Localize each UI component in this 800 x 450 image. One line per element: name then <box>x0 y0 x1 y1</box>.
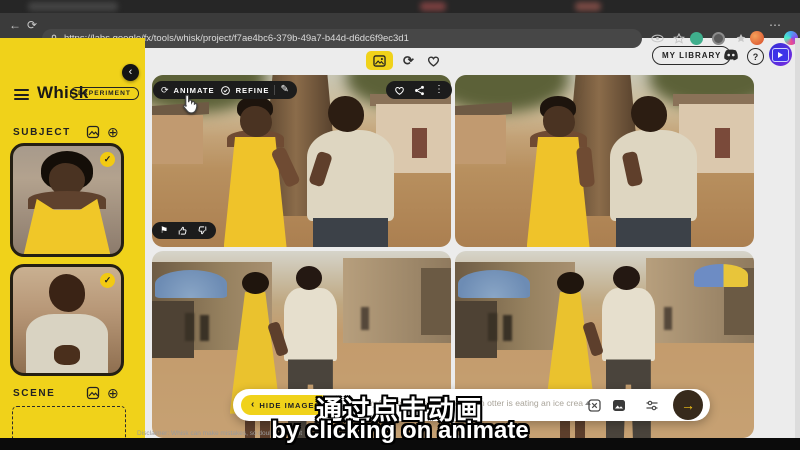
refine-button[interactable]: REFINE <box>236 86 270 95</box>
subtitle-english: by clicking on animate <box>0 417 800 445</box>
share-icon[interactable] <box>414 85 425 96</box>
umbrella <box>694 264 748 286</box>
more-menu-icon[interactable]: ⋯ <box>769 13 781 38</box>
my-library-button[interactable]: MY LIBRARY <box>652 46 731 65</box>
feedback-pill: ⚑ <box>152 222 216 239</box>
extension-icon-green[interactable] <box>690 32 703 45</box>
browser-navbar: ← ⟳ https://labs.google/fx/tools/whisk/p… <box>0 13 800 38</box>
browser-tab[interactable] <box>420 2 446 11</box>
subject-section-label: SUBJECT <box>13 127 71 138</box>
thumbs-up-icon[interactable] <box>177 225 188 236</box>
images-view-button[interactable] <box>366 51 393 70</box>
sidebar: Whisk EXPERIMENT SUBJECT ⊕ ✓ ✓ SCENE ⊕ <box>0 38 145 450</box>
menu-icon[interactable] <box>14 89 29 100</box>
animate-view-icon[interactable]: ⟳ <box>399 51 418 70</box>
reading-mode-icon[interactable] <box>650 31 665 46</box>
umbrella <box>458 270 530 298</box>
animate-loop-icon: ⟳ <box>161 86 169 95</box>
flag-icon[interactable]: ⚑ <box>160 226 168 235</box>
experiment-badge: EXPERIMENT <box>70 87 139 100</box>
result-image-2[interactable] <box>455 75 754 247</box>
subject-thumbnail-man[interactable]: ✓ <box>10 264 124 376</box>
help-icon[interactable]: ? <box>747 48 764 65</box>
back-icon[interactable]: ← <box>9 13 21 38</box>
selected-check-icon[interactable]: ✓ <box>100 152 115 167</box>
subject-gallery-icon[interactable] <box>86 125 101 140</box>
refine-check-icon <box>220 85 231 96</box>
browser-tab[interactable] <box>28 2 118 11</box>
user-avatar[interactable] <box>769 43 792 66</box>
image-toolbar: ⟳ ANIMATE REFINE ✎ <box>153 81 297 99</box>
browser-tab-strip[interactable] <box>0 0 800 13</box>
overflow-menu-icon[interactable]: ⋮ <box>434 85 444 95</box>
favorite-star-icon[interactable] <box>671 31 686 46</box>
thumbs-down-icon[interactable] <box>197 225 208 236</box>
image-actions-pill: ⋮ <box>386 81 452 99</box>
play-logo-icon <box>772 48 789 62</box>
selected-check-icon[interactable]: ✓ <box>100 273 115 288</box>
umbrella <box>155 270 227 298</box>
subject-thumbnail-woman[interactable]: ✓ <box>10 143 124 257</box>
photo-tree-scene <box>455 75 754 247</box>
refresh-icon[interactable]: ⟳ <box>27 13 37 38</box>
extension-icon-dark[interactable] <box>712 32 725 45</box>
extensions-icon[interactable] <box>733 31 748 46</box>
browser-tab[interactable] <box>575 2 601 11</box>
scrollbar[interactable] <box>795 38 800 450</box>
image-icon <box>373 55 386 67</box>
profile-avatar-icon[interactable] <box>750 31 764 45</box>
favorite-heart-icon[interactable] <box>394 85 405 96</box>
whisk-app-window: ← ⟳ https://labs.google/fx/tools/whisk/p… <box>0 0 800 450</box>
sidebar-collapse-button[interactable]: ‹ <box>122 64 139 81</box>
mouse-cursor <box>176 92 202 118</box>
edit-pen-icon[interactable]: ✎ <box>280 85 288 95</box>
discord-icon[interactable] <box>722 47 740 63</box>
favorites-icon[interactable] <box>424 51 443 70</box>
add-subject-icon[interactable]: ⊕ <box>107 125 119 139</box>
